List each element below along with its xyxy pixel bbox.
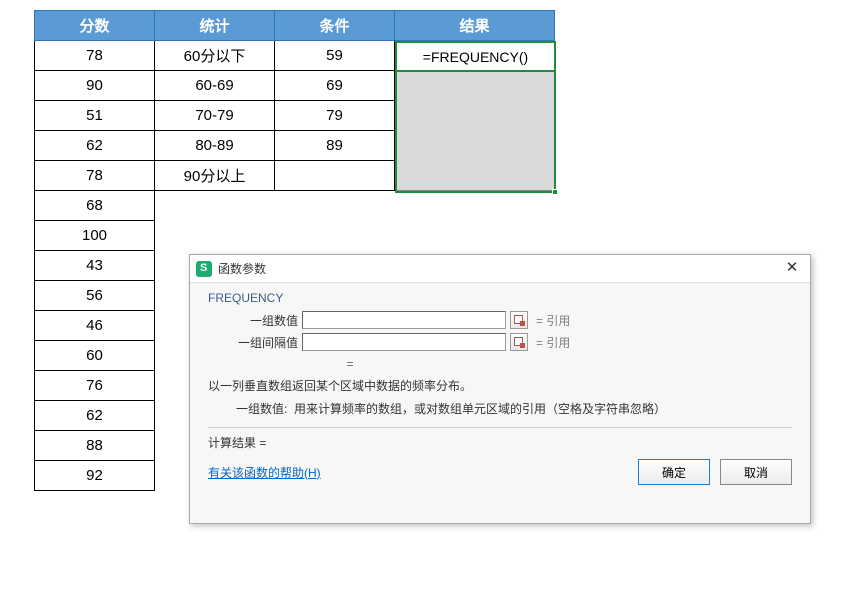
range-selector-icon[interactable]: [510, 311, 528, 329]
cell[interactable]: 59: [275, 41, 395, 71]
active-cell[interactable]: =FREQUENCY(): [395, 41, 556, 72]
fill-handle[interactable]: [552, 189, 558, 195]
cell[interactable]: 89: [275, 131, 395, 161]
cell[interactable]: 80-89: [155, 131, 275, 161]
function-arguments-dialog: 函数参数 ✕ FREQUENCY 一组数值 = 引用 一组间隔值 = 引用 = …: [189, 254, 811, 524]
cell[interactable]: 60分以下: [155, 41, 275, 71]
param1-input[interactable]: [302, 311, 506, 329]
function-description: 以一列垂直数组返回某个区域中数据的频率分布。: [208, 377, 792, 394]
cell[interactable]: 46: [35, 311, 155, 341]
param-row-bins-array: 一组间隔值 = 引用: [228, 333, 792, 351]
param-description: 一组数值: 用来计算频率的数组，或对数组单元区域的引用（空格及字符串忽略）: [236, 400, 792, 417]
cell[interactable]: 43: [35, 251, 155, 281]
cell[interactable]: 76: [35, 371, 155, 401]
app-icon: [196, 261, 212, 277]
function-name: FREQUENCY: [208, 291, 792, 305]
divider: [208, 427, 792, 428]
cell[interactable]: 56: [35, 281, 155, 311]
param2-preview: = 引用: [536, 334, 570, 351]
cell[interactable]: 62: [35, 131, 155, 161]
dialog-title: 函数参数: [218, 260, 780, 277]
calc-result: 计算结果 =: [208, 434, 792, 451]
cell[interactable]: 51: [35, 101, 155, 131]
cell[interactable]: 78: [35, 161, 155, 191]
selected-fill: [397, 72, 554, 191]
cell[interactable]: 69: [275, 71, 395, 101]
cell[interactable]: 88: [35, 431, 155, 461]
cancel-button[interactable]: 取消: [720, 459, 792, 485]
cell[interactable]: 62: [35, 401, 155, 431]
cell[interactable]: 92: [35, 461, 155, 491]
dialog-titlebar[interactable]: 函数参数 ✕: [190, 255, 810, 283]
ok-button[interactable]: 确定: [638, 459, 710, 485]
param-row-data-array: 一组数值 = 引用: [228, 311, 792, 329]
cell[interactable]: 60-69: [155, 71, 275, 101]
formula-text: =FREQUENCY(): [423, 49, 528, 65]
cell[interactable]: 79: [275, 101, 395, 131]
cell[interactable]: 70-79: [155, 101, 275, 131]
param1-preview: = 引用: [536, 312, 570, 329]
cell[interactable]: 90: [35, 71, 155, 101]
cell[interactable]: 60: [35, 341, 155, 371]
cell[interactable]: [275, 161, 395, 191]
cell[interactable]: 68: [35, 191, 155, 221]
help-link[interactable]: 有关该函数的帮助(H): [208, 464, 321, 481]
header-stats[interactable]: 统计: [155, 11, 275, 41]
cell[interactable]: 100: [35, 221, 155, 251]
header-cond[interactable]: 条件: [275, 11, 395, 41]
cell[interactable]: 90分以上: [155, 161, 275, 191]
header-result[interactable]: 结果: [395, 11, 555, 41]
cell[interactable]: 78: [35, 41, 155, 71]
param2-input[interactable]: [302, 333, 506, 351]
param1-label: 一组数值: [228, 312, 298, 329]
score-tail[interactable]: 68 100 43 56 46 60 76 62 88 92: [34, 190, 155, 491]
close-icon[interactable]: ✕: [780, 259, 804, 279]
result-preview-eq: =: [208, 357, 492, 371]
header-score[interactable]: 分数: [35, 11, 155, 41]
param2-label: 一组间隔值: [228, 334, 298, 351]
range-selector-icon[interactable]: [510, 333, 528, 351]
